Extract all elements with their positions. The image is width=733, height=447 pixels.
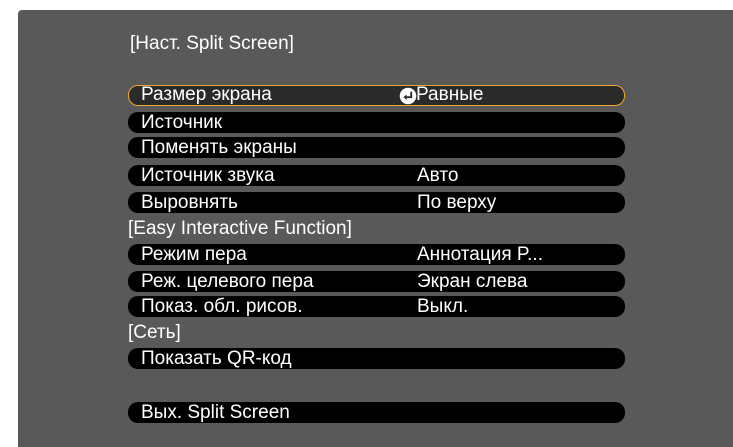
menu-item-pen-mode[interactable]: Режим пера Аннотация P... [128, 244, 625, 265]
menu-item-value: Экран слева [417, 271, 528, 292]
menu-item-label: Источник [141, 112, 223, 133]
menu-item-value: Аннотация P... [417, 244, 543, 265]
menu-item-label: Поменять экраны [141, 137, 297, 158]
menu-item-label: Размер экрана [141, 84, 272, 105]
exit-split-screen-button[interactable]: Вых. Split Screen [128, 402, 625, 423]
menu-item-label: Выровнять [141, 192, 238, 213]
menu-item-source[interactable]: Источник [128, 112, 625, 133]
menu-item-label: Реж. целевого пера [141, 271, 314, 292]
menu-item-value: Выкл. [417, 296, 469, 317]
menu-item-label: Показать QR-код [141, 348, 292, 369]
menu-item-value: Авто [417, 165, 459, 186]
menu-item-label: Показ. обл. рисов. [141, 296, 303, 317]
menu-item-screen-size[interactable]: Размер экрана Равные [128, 85, 625, 106]
menu-item-swap-screens[interactable]: Поменять экраны [128, 137, 625, 158]
enter-arrow-icon [399, 87, 417, 105]
section-header-network: [Сеть] [128, 322, 181, 343]
menu-item-show-qr-code[interactable]: Показать QR-код [128, 348, 625, 369]
menu-item-value: По верху [417, 192, 497, 213]
section-header-easy-interactive: [Easy Interactive Function] [128, 218, 352, 239]
menu-item-label: Вых. Split Screen [141, 402, 290, 423]
menu-item-label: Режим пера [141, 244, 247, 265]
menu-item-audio-source[interactable]: Источник звука Авто [128, 165, 625, 186]
split-screen-settings-menu: [Наст. Split Screen] Размер экрана Равны… [18, 10, 733, 447]
menu-item-target-pen-mode[interactable]: Реж. целевого пера Экран слева [128, 271, 625, 292]
menu-list: Размер экрана Равные Источник Поменять э… [18, 10, 733, 447]
menu-item-align[interactable]: Выровнять По верху [128, 192, 625, 213]
menu-item-label: Источник звука [141, 165, 275, 186]
menu-item-value: Равные [416, 84, 484, 105]
menu-item-show-drawing-area[interactable]: Показ. обл. рисов. Выкл. [128, 296, 625, 317]
